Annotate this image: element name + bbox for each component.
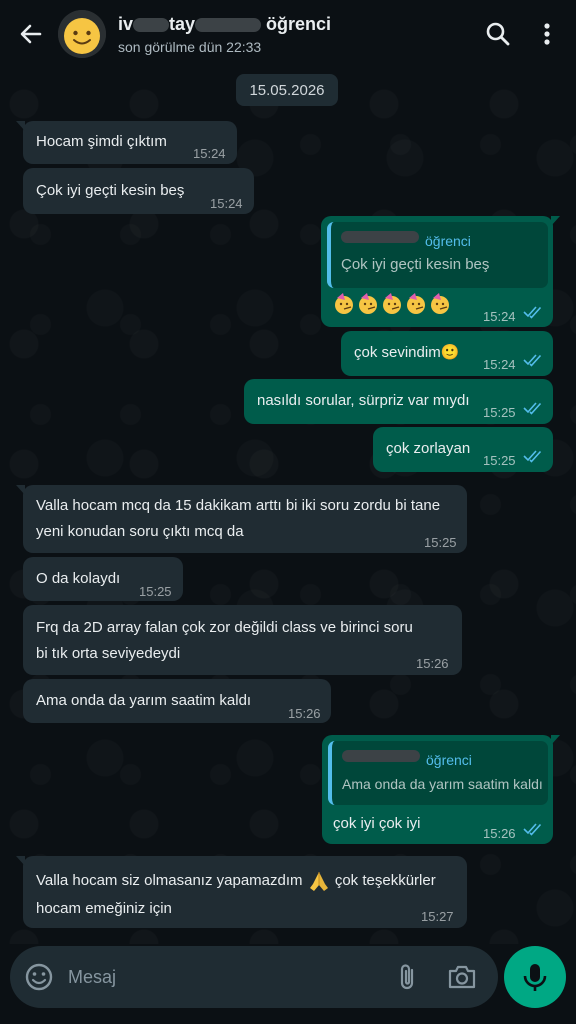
message-text: Ama onda da yarım saatim kaldı	[36, 692, 252, 709]
message-time: 15:26	[288, 706, 321, 721]
double-check-icon	[523, 402, 542, 415]
message-bubble-incoming[interactable]: Hocam şimdi çıktım 15:24	[16, 121, 237, 164]
double-check-icon	[523, 306, 542, 319]
date-chip: 15.05.2026	[236, 74, 338, 106]
message-text: nasıldı sorular, sürpriz var mıydı	[257, 392, 470, 409]
attach-icon[interactable]	[394, 962, 422, 992]
message-input[interactable]	[68, 960, 368, 994]
message-text-line: hocam emeğiniz için	[36, 900, 172, 917]
folded-hands-icon	[309, 872, 328, 892]
message-time: 15:26	[416, 656, 449, 671]
double-check-icon	[523, 354, 542, 367]
quote-text: Ama onda da yarım saatim kaldı	[342, 776, 543, 792]
quoted-message[interactable]: öğrenci Çok iyi geçti kesin beş	[327, 222, 548, 288]
chat-header: iv tay öğrenci son görülme dün 22:33	[0, 0, 576, 68]
redacted-block	[195, 18, 262, 33]
camera-icon[interactable]	[446, 962, 478, 992]
redacted-block	[133, 18, 170, 33]
back-arrow-icon[interactable]	[14, 18, 48, 50]
message-bubble-outgoing-reply[interactable]: öğrenci Ama onda da yarım saatim kaldı ç…	[322, 735, 560, 844]
message-time: 15:24	[483, 309, 516, 324]
message-text: çok zorlayan	[386, 440, 471, 457]
redacted-block	[342, 750, 420, 762]
contact-name-part3: öğrenci	[266, 14, 332, 34]
message-time: 15:25	[424, 535, 457, 550]
party-emojis	[333, 292, 449, 316]
message-text-line: bi tık orta seviyedeydi	[36, 645, 181, 662]
message-text: Çok iyi geçti kesin beş	[36, 182, 185, 199]
partying-face-icon	[335, 293, 449, 314]
quote-author: öğrenci	[425, 233, 471, 249]
message-time: 15:24	[483, 357, 516, 372]
message-text-line: Valla hocam mcq da 15 dakikam arttı bi i…	[36, 497, 441, 514]
quote-author: öğrenci	[426, 752, 472, 768]
message-bubble-incoming[interactable]: Ama onda da yarım saatim kaldı 15:26	[23, 679, 331, 723]
composer-bar	[10, 946, 498, 1008]
contact-name[interactable]: iv tay öğrenci	[118, 14, 331, 35]
message-text: çok sevindim🙂	[354, 344, 460, 361]
message-time: 15:26	[483, 826, 516, 841]
double-check-icon	[523, 823, 542, 836]
message-bubble-incoming[interactable]: Valla hocam mcq da 15 dakikam arttı bi i…	[16, 485, 467, 553]
message-text-part: çok teşekkürler	[334, 872, 436, 889]
message-text-line: yeni konudan soru çıktı mcq da	[36, 523, 244, 540]
message-time: 15:24	[193, 146, 226, 161]
message-time: 15:27	[421, 909, 454, 924]
message-time: 15:25	[139, 584, 172, 599]
message-bubble-outgoing[interactable]: çok sevindim🙂 15:24	[341, 331, 553, 376]
message-text: O da kolaydı	[36, 570, 121, 587]
message-bubble-incoming[interactable]: Frq da 2D array falan çok zor değildi cl…	[23, 605, 462, 675]
mic-button[interactable]	[504, 946, 566, 1008]
message-text-part: Valla hocam siz olmasanız yapamazdım	[36, 872, 303, 889]
message-bubble-incoming[interactable]: Çok iyi geçti kesin beş 15:24	[23, 168, 254, 214]
double-check-icon	[523, 450, 542, 463]
contact-name-part2: tay	[169, 14, 196, 34]
message-bubble-outgoing-reply[interactable]: öğrenci Çok iyi geçti kesin beş 15:24	[321, 216, 560, 327]
message-bubble-outgoing[interactable]: nasıldı sorular, sürpriz var mıydı 15:25	[244, 379, 553, 424]
last-seen-status: son görülme dün 22:33	[118, 39, 262, 55]
message-text-line: Frq da 2D array falan çok zor değildi cl…	[36, 619, 413, 636]
emoji-icon[interactable]	[24, 962, 54, 992]
message-time: 15:24	[210, 196, 243, 211]
message-time: 15:25	[483, 405, 516, 420]
avatar[interactable]	[58, 10, 106, 58]
redacted-block	[341, 231, 419, 243]
mic-icon	[523, 964, 547, 991]
message-bubble-outgoing[interactable]: çok zorlayan 15:25	[373, 427, 553, 472]
message-bubble-incoming[interactable]: O da kolaydı 15:25	[23, 557, 183, 601]
search-icon[interactable]	[484, 20, 512, 48]
message-time: 15:25	[483, 453, 516, 468]
contact-name-part1: iv	[118, 14, 134, 34]
quote-text: Çok iyi geçti kesin beş	[341, 256, 490, 273]
more-vert-icon[interactable]	[536, 20, 558, 48]
message-text: çok iyi çok iyi	[333, 815, 421, 832]
message-text: Hocam şimdi çıktım	[36, 133, 167, 150]
avatar-emoji-icon	[58, 10, 106, 58]
message-bubble-incoming[interactable]: Valla hocam siz olmasanız yapamazdım çok…	[16, 856, 467, 928]
quoted-message[interactable]: öğrenci Ama onda da yarım saatim kaldı	[328, 741, 548, 805]
